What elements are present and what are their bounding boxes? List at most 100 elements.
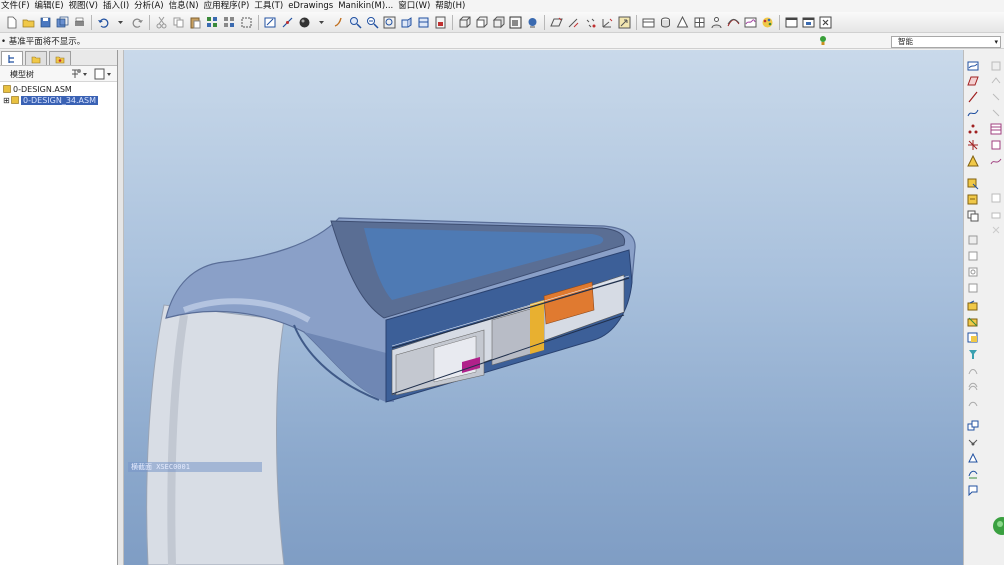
online-globe-icon[interactable] — [990, 515, 1004, 537]
menu-insert[interactable]: 插入(I) — [103, 0, 134, 12]
shading-dropdown[interactable] — [313, 14, 329, 30]
tool-button-8[interactable] — [759, 14, 775, 30]
curve-tool-button[interactable] — [967, 107, 979, 119]
aux-tool-6[interactable] — [990, 208, 1002, 220]
tool-button-3[interactable] — [674, 14, 690, 30]
tab-model-tree[interactable] — [1, 51, 23, 65]
undo-button[interactable] — [95, 14, 111, 30]
copy-button[interactable] — [170, 14, 186, 30]
axis-tool-button[interactable] — [967, 91, 979, 103]
paste-button[interactable] — [187, 14, 203, 30]
plane-tool-button[interactable] — [967, 75, 979, 87]
lightbulb-icon[interactable] — [818, 35, 828, 47]
cut-button[interactable] — [153, 14, 169, 30]
aux-tool-4[interactable] — [990, 107, 1002, 119]
round-tool-button[interactable] — [967, 300, 979, 312]
window-new-button[interactable] — [800, 14, 816, 30]
tool-button-1[interactable] — [640, 14, 656, 30]
tool-button-5[interactable] — [708, 14, 724, 30]
merge-tool-button[interactable] — [967, 436, 979, 448]
menu-info[interactable]: 信息(N) — [169, 0, 204, 12]
extrude-tool-button[interactable] — [967, 234, 979, 246]
window-close-button[interactable] — [817, 14, 833, 30]
tool-button-2[interactable] — [657, 14, 673, 30]
sketch-tool-button[interactable] — [967, 60, 979, 72]
zoom-in-button[interactable] — [347, 14, 363, 30]
menu-analysis[interactable]: 分析(A) — [134, 0, 168, 12]
regen-manager-button[interactable] — [221, 14, 237, 30]
aux-tool-3[interactable] — [990, 91, 1002, 103]
appearance-button[interactable] — [524, 14, 540, 30]
menu-edit[interactable]: 编辑(E) — [35, 0, 69, 12]
copy-tool-button[interactable] — [967, 420, 979, 432]
analysis-tool-button[interactable] — [967, 154, 979, 167]
no-hidden-button[interactable] — [490, 14, 506, 30]
csys-tool-button[interactable] — [967, 139, 979, 151]
rib-tool-button[interactable] — [967, 348, 979, 360]
saved-views-button[interactable] — [415, 14, 431, 30]
window-activate-button[interactable] — [783, 14, 799, 30]
shaded-button[interactable] — [507, 14, 523, 30]
regenerate-button[interactable] — [204, 14, 220, 30]
chamfer-tool-button[interactable] — [967, 316, 979, 328]
new-button[interactable] — [3, 14, 19, 30]
sketch-button[interactable] — [262, 14, 278, 30]
datum-axis-button[interactable] — [279, 14, 295, 30]
expand-icon[interactable]: ⊞ — [3, 95, 11, 106]
graphics-window[interactable]: 横截面 XSEC0001 — [124, 50, 963, 565]
wireframe-button[interactable] — [456, 14, 472, 30]
project-tool-button[interactable] — [967, 452, 979, 464]
reorient-button[interactable] — [398, 14, 414, 30]
datum-csys-button[interactable] — [599, 14, 615, 30]
save-copy-button[interactable] — [54, 14, 70, 30]
table-tool-button[interactable] — [990, 123, 1002, 135]
tool-button-7[interactable] — [742, 14, 758, 30]
selection-filter[interactable]: 智能 ▾ — [891, 36, 1001, 48]
point-tool-button[interactable] — [967, 123, 979, 135]
aux-tool-2[interactable] — [990, 75, 1002, 87]
tree-settings-icon[interactable] — [69, 68, 89, 80]
redo-button[interactable] — [129, 14, 145, 30]
tree-show-icon[interactable] — [93, 68, 113, 80]
tool-button-6[interactable] — [725, 14, 741, 30]
save-button[interactable] — [37, 14, 53, 30]
zoom-out-button[interactable] — [364, 14, 380, 30]
undo-dropdown[interactable] — [112, 14, 128, 30]
aux-tool-5[interactable] — [990, 192, 1002, 204]
shading-button[interactable] — [296, 14, 312, 30]
tool-button-4[interactable] — [691, 14, 707, 30]
aux-tool-7[interactable] — [990, 224, 1002, 236]
tab-folder-browser[interactable] — [25, 51, 47, 65]
menu-view[interactable]: 视图(V) — [69, 0, 103, 12]
graph-tool-button[interactable] — [990, 155, 1002, 167]
menu-edrawings[interactable]: eDrawings — [288, 0, 338, 12]
create-tool-button[interactable] — [967, 210, 979, 222]
menu-tools[interactable]: 工具(T) — [254, 0, 288, 12]
trim-tool-button[interactable] — [967, 396, 979, 408]
tab-favorites[interactable] — [49, 51, 71, 65]
refit-button[interactable] — [381, 14, 397, 30]
pattern-tool-button[interactable] — [967, 364, 979, 376]
component-tool-button[interactable] — [967, 194, 979, 206]
menu-window[interactable]: 窗口(W) — [398, 0, 435, 12]
hidden-line-button[interactable] — [473, 14, 489, 30]
print-button[interactable] — [71, 14, 87, 30]
layers-button[interactable] — [432, 14, 448, 30]
box-tool-button[interactable] — [990, 139, 1002, 151]
datum-axis-display-button[interactable] — [565, 14, 581, 30]
menu-manikin[interactable]: Manikin(M)... — [338, 0, 398, 12]
shell-tool-button[interactable] — [967, 282, 979, 294]
menu-file[interactable]: 文件(F) — [1, 0, 35, 12]
datum-point-button[interactable] — [582, 14, 598, 30]
revolve-tool-button[interactable] — [967, 250, 979, 262]
spin-center-button[interactable] — [616, 14, 632, 30]
select-box-button[interactable] — [238, 14, 254, 30]
tree-item-root[interactable]: 0-DESIGN.ASM — [0, 84, 117, 95]
menu-help[interactable]: 帮助(H) — [435, 0, 470, 12]
section-label[interactable]: 横截面 XSEC0001 — [128, 462, 262, 472]
mirror-tool-button[interactable] — [967, 380, 979, 392]
datum-plane-button[interactable] — [548, 14, 564, 30]
draft-tool-button[interactable] — [967, 332, 979, 344]
aux-tool-1[interactable] — [990, 60, 1002, 72]
menu-applications[interactable]: 应用程序(P) — [204, 0, 255, 12]
